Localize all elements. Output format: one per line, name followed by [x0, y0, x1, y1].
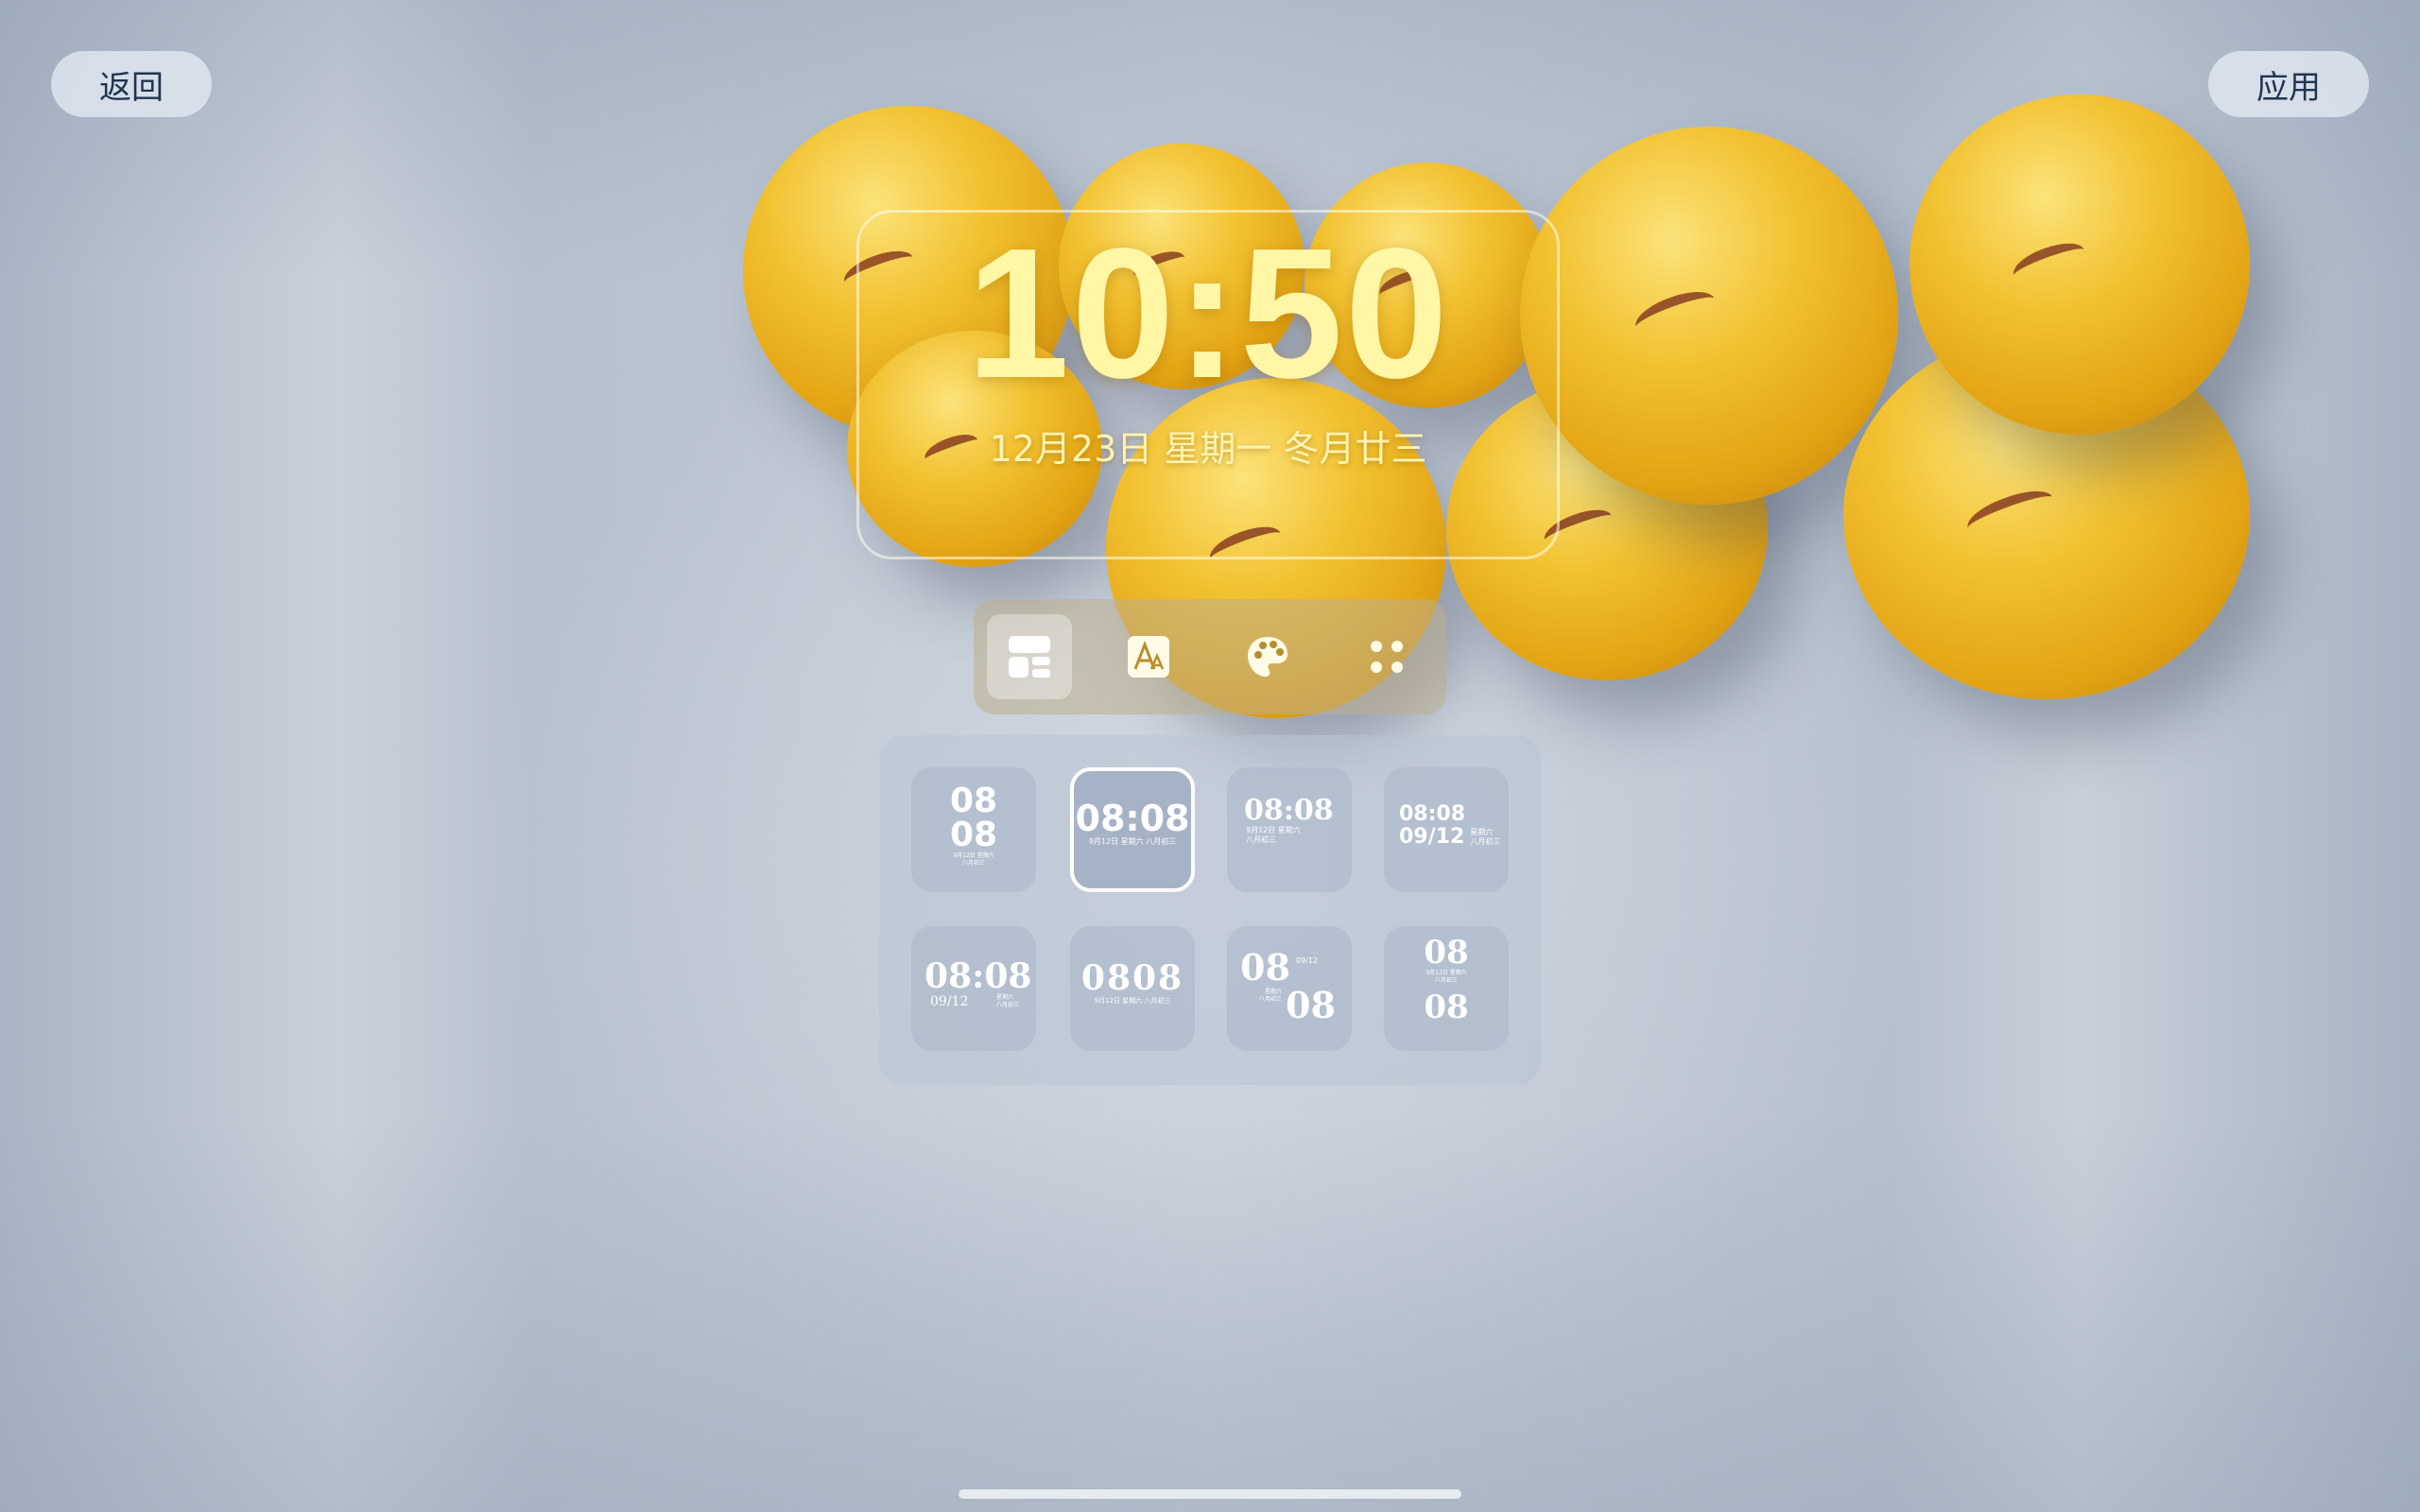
style-top-row: 08 09/12	[1240, 949, 1352, 987]
style-lunar: 八月初三	[1470, 837, 1501, 846]
lock-screen-editor: 返回 应用 10:50 12月23日 星期一 冬月廿三 08 08 9月12日 …	[0, 0, 2420, 1512]
style-minute: 08	[1424, 988, 1469, 1026]
style-time: 0808	[1080, 958, 1184, 998]
style-bottom-row: 星期六 八月初三 08	[1259, 987, 1352, 1024]
clock-style-option[interactable]: 0808 9月12日 星期六 八月初三	[1070, 926, 1195, 1051]
layout-icon	[1009, 636, 1050, 678]
tool-palette[interactable]	[1225, 614, 1310, 699]
style-lunar-group: 星期六 八月初三	[1259, 988, 1282, 1004]
clock-date: 12月23日 星期一 冬月廿三	[989, 428, 1427, 470]
style-date-row: 09/12 星期六 八月初三	[1399, 826, 1509, 849]
style-lunar: 八月初三	[961, 860, 985, 867]
style-weekday: 星期六	[995, 994, 1013, 1001]
clock-style-option[interactable]: 08 08 9月12日 星期六 八月初三	[911, 767, 1036, 892]
more-icon	[1371, 641, 1403, 673]
home-indicator[interactable]	[959, 1489, 1461, 1499]
style-lunar: 八月初三	[1246, 835, 1276, 844]
style-lunar: 八月初三	[1434, 977, 1458, 984]
tool-layout[interactable]	[987, 614, 1072, 699]
tool-more[interactable]	[1344, 614, 1429, 699]
edit-toolbar	[974, 599, 1446, 714]
style-weekday-group: 星期六 八月初三	[996, 994, 1019, 1009]
back-button[interactable]: 返回	[51, 51, 212, 117]
clock-style-option[interactable]: 08 9月12日 星期六 八月初三 08	[1384, 926, 1509, 1051]
style-date: 9月12日 星期六	[1246, 826, 1301, 834]
style-lunar: 八月初三	[995, 1002, 1019, 1008]
style-date-row: 09/12 星期六 八月初三	[930, 994, 1019, 1009]
style-weekday: 星期六	[1470, 828, 1494, 836]
clock-style-option[interactable]: 08:08 09/12 星期六 八月初三	[911, 926, 1036, 1051]
style-hour: 08	[949, 782, 998, 820]
style-weekday-group: 星期六 八月初三	[1470, 828, 1500, 847]
apply-button[interactable]: 应用	[2208, 51, 2369, 117]
style-date: 09/12	[1399, 825, 1465, 849]
style-time: 08:08	[1244, 794, 1334, 827]
style-date: 9月12日 星期六	[953, 852, 994, 859]
style-minute: 08	[949, 816, 998, 854]
style-minute: 08	[1286, 984, 1336, 1026]
clock-style-option[interactable]: 08:08 9月12日 星期六 八月初三	[1227, 767, 1352, 892]
emoji-ball	[1520, 127, 1898, 505]
clock-time: 10:50	[966, 210, 1450, 417]
style-hour: 08	[1240, 946, 1290, 988]
clock-style-option[interactable]: 08:08 09/12 星期六 八月初三	[1384, 767, 1509, 892]
font-icon	[1128, 636, 1169, 678]
style-hour: 08	[1424, 934, 1469, 971]
tool-font[interactable]	[1106, 614, 1191, 699]
style-time: 08:08	[925, 956, 1032, 996]
palette-icon	[1248, 637, 1288, 677]
style-date: 09/12	[930, 994, 969, 1009]
clock-style-option-selected[interactable]: 08:08 9月12日 星期六 八月初三	[1070, 767, 1195, 892]
clock-style-option[interactable]: 08 09/12 星期六 八月初三 08	[1227, 926, 1352, 1051]
style-date: 09/12	[1295, 956, 1318, 965]
style-date: 9月12日 星期六 八月初三	[1088, 837, 1177, 846]
style-weekday: 星期六	[1265, 988, 1283, 995]
style-time: 08:08	[1399, 802, 1466, 826]
style-time: 08:08	[1075, 798, 1190, 839]
emoji-ball	[1910, 94, 2250, 435]
style-lunar: 八月初三	[1259, 996, 1283, 1003]
style-date: 9月12日 星期六	[1426, 970, 1467, 976]
